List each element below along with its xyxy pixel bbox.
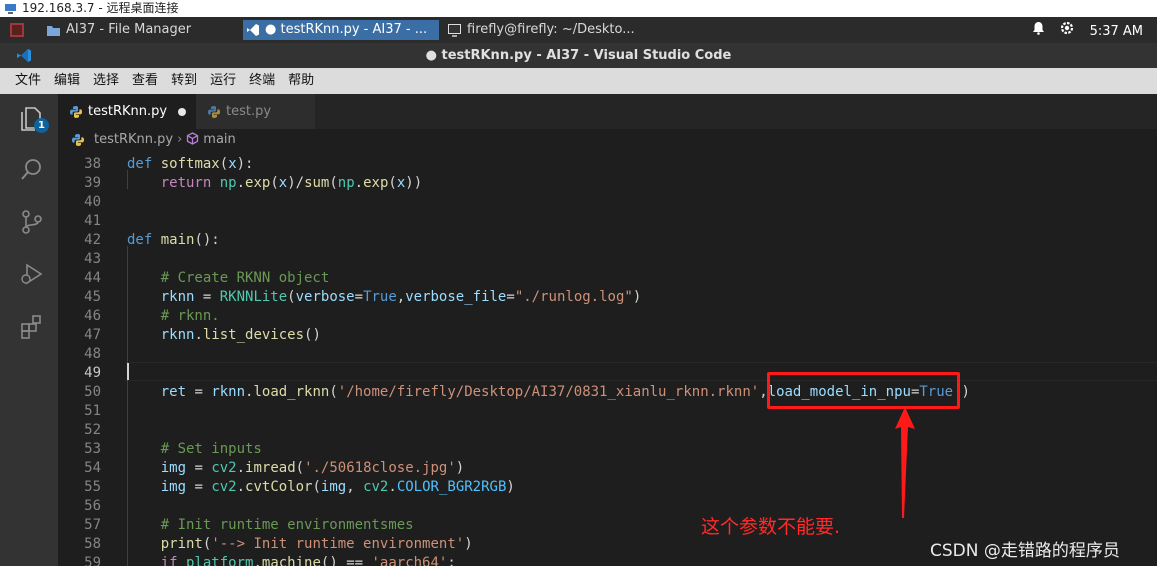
terminal-icon (448, 24, 461, 37)
code-line: 54 img = cv2.imread('./50618close.jpg') (84, 460, 465, 476)
code-line: 48 (84, 346, 101, 362)
task-terminal[interactable]: firefly@firefly: ~/Deskto... (445, 20, 655, 40)
run-debug-icon[interactable] (18, 260, 46, 288)
code-line: 44 # Create RKNN object (84, 270, 330, 286)
code-line: 51 (84, 403, 101, 419)
code-line: 42 def main(): (84, 232, 220, 248)
remote-desktop-title-bar: 192.168.3.7 - 远程桌面连接 (0, 0, 1157, 17)
editor-tabs: testRKnn.py test.py (58, 94, 1157, 129)
breadcrumb-file[interactable]: testRKnn.py (94, 132, 173, 147)
bell-icon[interactable] (1032, 21, 1045, 42)
menu-run[interactable]: 运行 (210, 68, 236, 94)
code-line: 40 (84, 194, 101, 210)
explorer-badge: 1 (34, 118, 49, 133)
menu-bar: 文件 编辑 选择 查看 转到 运行 终端 帮助 (0, 68, 1157, 94)
python-file-icon (72, 134, 84, 146)
code-line: 49 (84, 365, 101, 381)
code-line: 38 def softmax(x): (84, 156, 254, 172)
explorer-icon[interactable]: 1 (18, 104, 49, 133)
gear-icon[interactable] (1059, 20, 1075, 43)
code-line: 41 (84, 213, 101, 229)
code-line: 47 rknn.list_devices() (84, 327, 321, 343)
code-line: 46 # rknn. (84, 308, 220, 324)
extensions-icon[interactable] (18, 312, 46, 340)
annotation-note: 这个参数不能要. (701, 516, 841, 538)
breadcrumb-symbol[interactable]: main (203, 132, 235, 147)
menu-go[interactable]: 转到 (171, 68, 197, 94)
tab-testrknn[interactable]: testRKnn.py (58, 94, 196, 129)
highlight-box (767, 372, 960, 409)
code-line: 57 # Init runtime environmentsmes (84, 517, 414, 533)
text-cursor (127, 363, 129, 380)
window-title-bar: ● testRKnn.py - AI37 - Visual Studio Cod… (0, 43, 1157, 68)
activity-bar: 1 (0, 94, 58, 566)
folder-icon (47, 26, 60, 36)
symbol-method-icon (187, 132, 199, 145)
code-editor[interactable]: 38 def softmax(x): 39 return np.exp(x)/su… (58, 151, 1157, 566)
search-icon[interactable] (18, 156, 46, 184)
task-file-manager[interactable]: AI37 - File Manager (44, 20, 240, 40)
menu-file[interactable]: 文件 (15, 68, 41, 94)
window-title: ● testRKnn.py - AI37 - Visual Studio Cod… (425, 48, 732, 63)
task-vscode[interactable]: ● testRKnn.py - AI37 - ... (243, 20, 439, 40)
menu-terminal[interactable]: 终端 (249, 68, 275, 94)
code-line: 52 (84, 422, 101, 438)
menu-help[interactable]: 帮助 (288, 68, 314, 94)
code-line: 53 # Set inputs (84, 441, 262, 457)
menu-edit[interactable]: 编辑 (54, 68, 80, 94)
remote-desktop-title: 192.168.3.7 - 远程桌面连接 (22, 1, 179, 15)
breadcrumb: testRKnn.py › main (58, 129, 1157, 151)
code-line: 55 img = cv2.cvtColor(img, cv2.COLOR_BGR… (84, 479, 515, 495)
code-line: 39 return np.exp(x)/sum(np.exp(x)) (84, 175, 423, 191)
code-line: 45 rknn = RKNNLite(verbose=True,verbose_… (84, 289, 642, 305)
menu-selection[interactable]: 选择 (93, 68, 119, 94)
tab-test[interactable]: test.py (196, 94, 315, 129)
chevron-right-icon: › (177, 132, 183, 147)
arrow-up-icon (895, 407, 915, 518)
code-line: 56 (84, 498, 101, 514)
code-line: 43 (84, 251, 101, 267)
menu-view[interactable]: 查看 (132, 68, 158, 94)
clock[interactable]: 5:37 AM (1090, 22, 1143, 42)
start-menu-icon[interactable] (10, 23, 24, 37)
vscode-icon (247, 24, 259, 36)
source-control-icon[interactable] (18, 208, 46, 236)
vscode-logo-icon (17, 49, 31, 62)
code-line: 50 ret = rknn.load_rknn('/home/firefly/D… (84, 384, 970, 400)
python-file-icon (208, 106, 220, 118)
python-file-icon (70, 106, 82, 118)
watermark: CSDN @走错路的程序员 (930, 541, 1120, 561)
taskbar: AI37 - File Manager ● testRKnn.py - AI37… (0, 17, 1157, 43)
remote-desktop-icon (5, 4, 16, 14)
unsaved-dot-icon[interactable] (178, 108, 186, 116)
system-tray: 5:37 AM (1022, 20, 1143, 40)
